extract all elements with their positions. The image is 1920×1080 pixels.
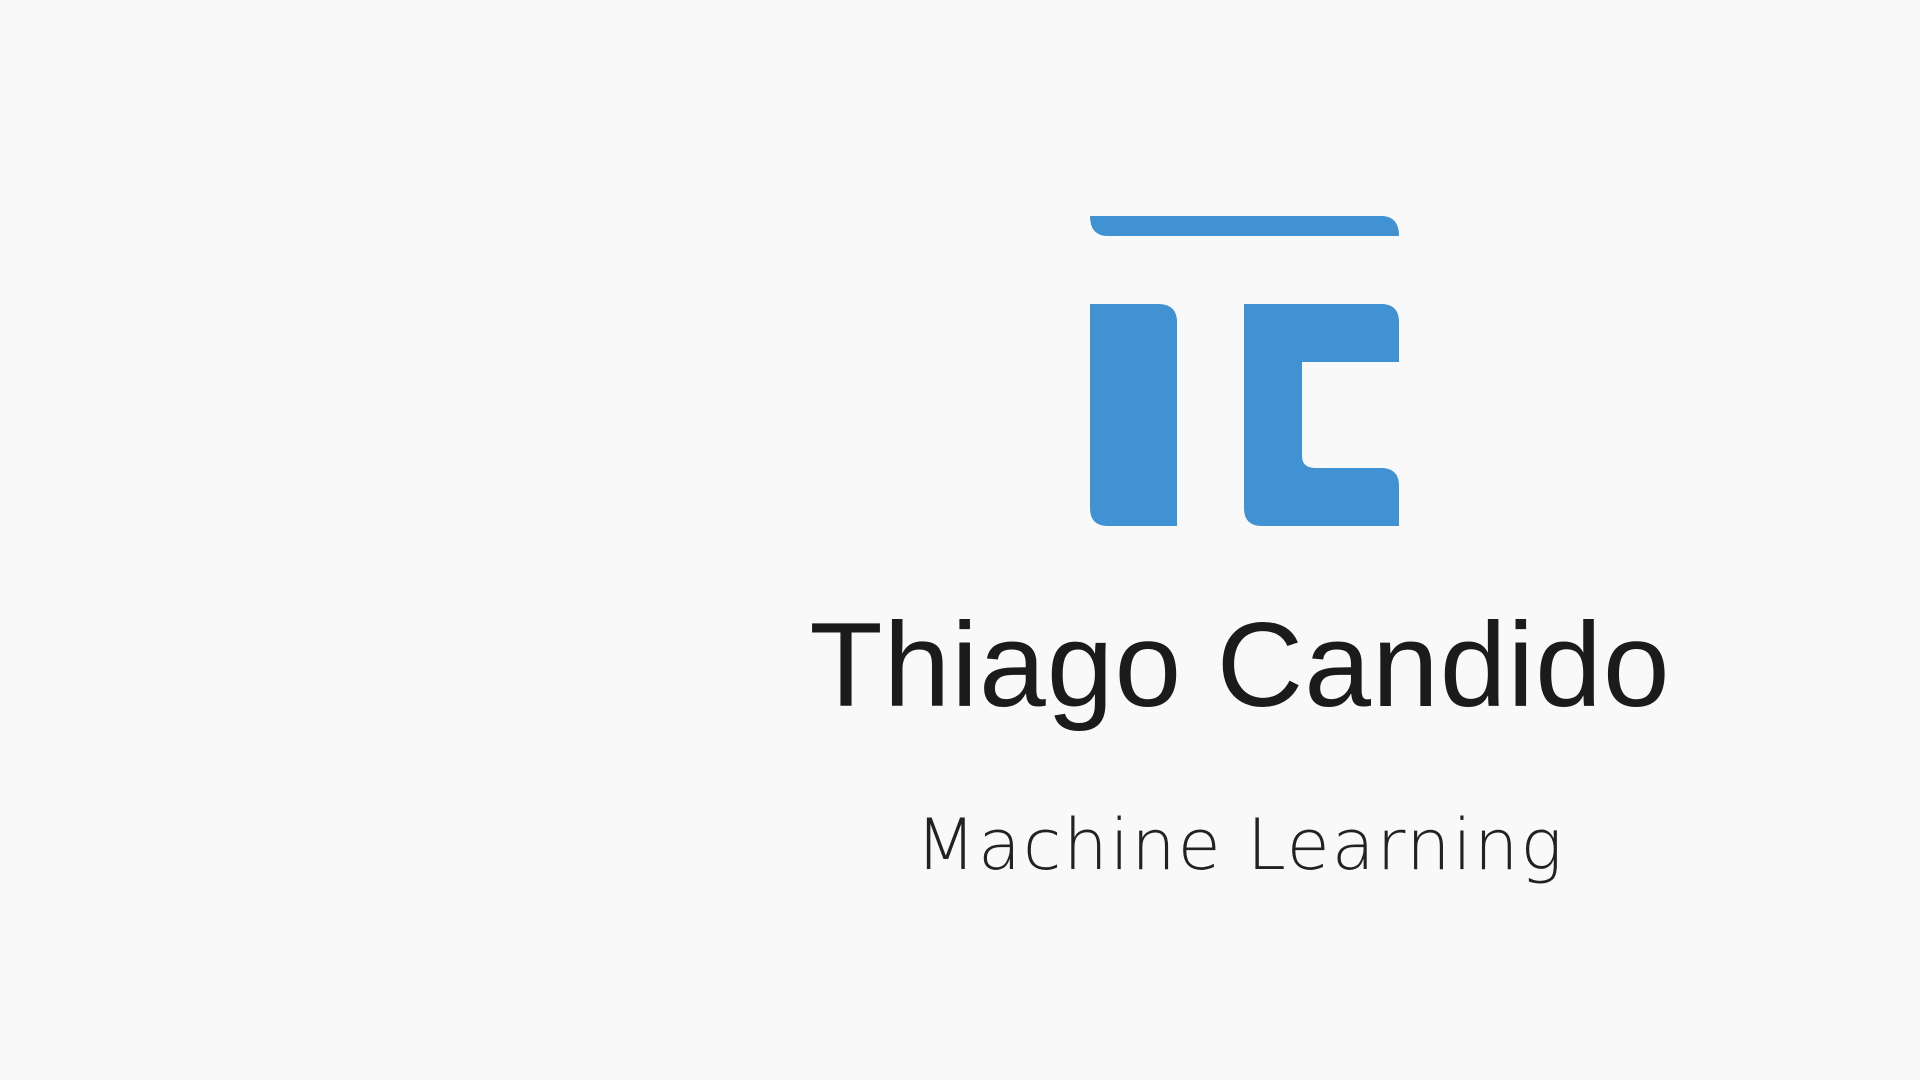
logo-c-shape (1244, 304, 1399, 526)
brand-name: Thiago Candido (809, 598, 1671, 732)
brand-tagline: Machine Learning (915, 804, 1565, 886)
tc-monogram-logo-icon (1090, 216, 1399, 526)
logo-top-bar (1090, 216, 1399, 236)
splash-screen: Thiago Candido Machine Learning (0, 0, 1920, 1080)
logo-left-pillar (1090, 304, 1177, 526)
